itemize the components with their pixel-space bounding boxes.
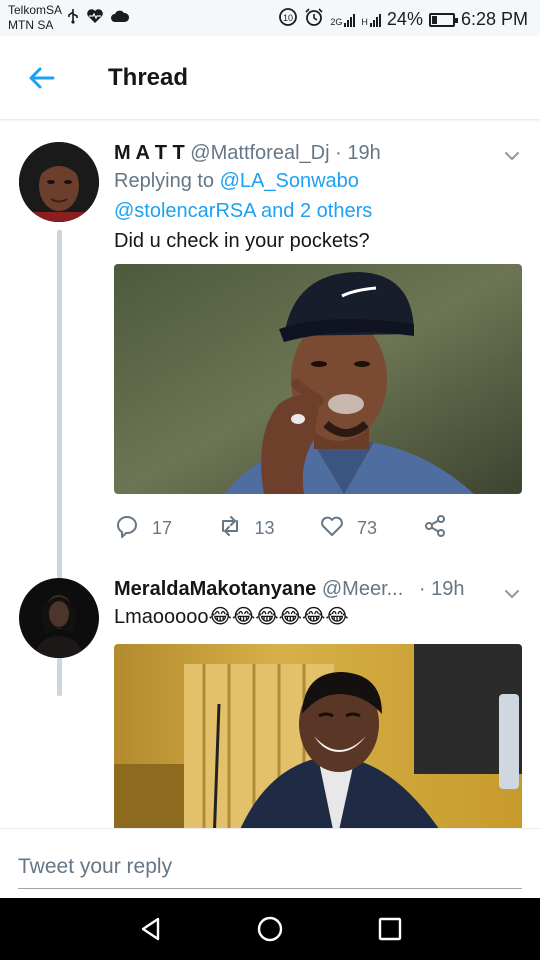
tweet-header: M A T T @Mattforeal_Dj · 19h xyxy=(114,140,524,166)
tweet-photo[interactable] xyxy=(114,264,522,494)
usb-icon xyxy=(66,8,80,27)
thread-timeline[interactable]: M A T T @Mattforeal_Dj · 19h Replying to… xyxy=(0,122,540,828)
reply-icon xyxy=(114,513,140,544)
user-handle[interactable]: @Mattforeal_Dj xyxy=(190,142,329,164)
reply-bar xyxy=(0,828,540,898)
timestamp: · 19h xyxy=(418,578,465,600)
signal-strength-2-icon: H xyxy=(361,13,381,27)
system-nav-bar xyxy=(0,898,540,960)
mention-link[interactable]: @LA_Sonwabo xyxy=(220,170,359,192)
carrier-2: MTN SA xyxy=(8,18,54,32)
display-name[interactable]: MeraldaMakotanyane xyxy=(114,578,316,600)
recents-square-icon[interactable] xyxy=(375,914,405,944)
carrier-info: TelkomSA MTN SA xyxy=(8,3,62,33)
tweet-text: Did u check in your pockets? xyxy=(114,230,370,252)
heart-icon xyxy=(319,513,345,544)
replying-to: Replying to @LA_Sonwabo xyxy=(114,166,524,196)
clock: 6:28 PM xyxy=(460,9,528,29)
timestamp: · 19h xyxy=(335,142,381,164)
health-heart-icon xyxy=(86,8,104,27)
retweet-count: 13 xyxy=(254,517,275,538)
signal-strength-icon: 2G xyxy=(330,13,356,27)
battery-percent: 24% xyxy=(386,9,423,29)
back-triangle-icon[interactable] xyxy=(136,914,166,944)
reply-button[interactable]: 17 xyxy=(114,513,217,544)
home-circle-icon[interactable] xyxy=(255,914,285,944)
mention-more-link[interactable]: @stolencarRSA and 2 others xyxy=(114,200,372,222)
replying-prefix: Replying to xyxy=(114,170,220,192)
tweet-actions: 17 13 73 xyxy=(114,508,524,548)
cloud-icon xyxy=(110,9,130,26)
reply-count: 17 xyxy=(152,517,173,538)
notification-icons xyxy=(66,8,130,27)
tweet-text: Lmaooooo😂😂😂😂😂😂 xyxy=(114,606,349,628)
tweet-body: M A T T @Mattforeal_Dj · 19h Replying to… xyxy=(114,140,524,548)
data-saver-icon: 10 xyxy=(278,7,298,32)
page-title: Thread xyxy=(108,64,189,91)
tweet-body: MeraldaMakotanyane @Meer... · 19h Lmaooo… xyxy=(114,576,524,828)
alarm-icon xyxy=(304,7,324,32)
status-bar: TelkomSA MTN SA 10 2G H 24% 6:28 PM xyxy=(0,0,540,36)
display-name[interactable]: M A T T xyxy=(114,142,185,164)
status-right: 10 2G H 24% 6:28 PM xyxy=(278,7,528,32)
tweet-header: MeraldaMakotanyane @Meer... · 19h xyxy=(114,576,524,602)
avatar[interactable] xyxy=(19,578,99,658)
user-handle[interactable]: @Meer... xyxy=(322,578,403,600)
share-icon xyxy=(422,513,448,544)
retweet-icon xyxy=(217,513,243,544)
battery-icon xyxy=(428,12,458,27)
back-arrow-icon[interactable] xyxy=(26,62,58,94)
svg-text:10: 10 xyxy=(283,13,293,23)
like-button[interactable]: 73 xyxy=(319,513,422,544)
avatar[interactable] xyxy=(19,142,99,222)
replying-more: @stolencarRSA and 2 others xyxy=(114,196,524,226)
share-button[interactable] xyxy=(422,513,525,544)
tweet-photo[interactable] xyxy=(114,644,522,828)
reply-input[interactable] xyxy=(18,845,522,889)
like-count: 73 xyxy=(357,517,378,538)
app-header: Thread xyxy=(0,36,540,120)
carrier-1: TelkomSA xyxy=(8,3,63,17)
retweet-button[interactable]: 13 xyxy=(217,513,320,544)
